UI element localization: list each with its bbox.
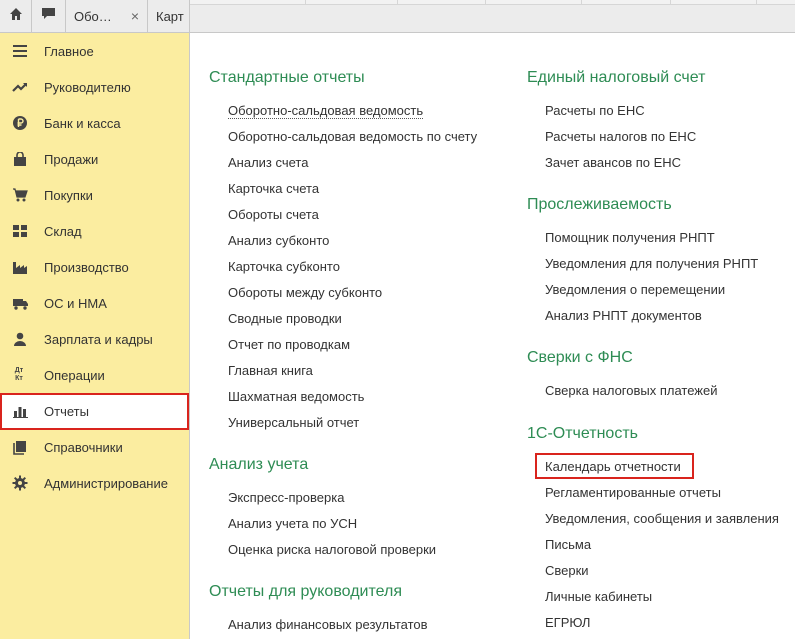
sidebar-item-label: Производство <box>44 259 129 275</box>
report-link[interactable]: Расчеты по ЕНС <box>545 103 645 118</box>
home-button[interactable] <box>0 0 32 33</box>
sidebar-item-administration[interactable]: Администрирование <box>0 465 189 501</box>
person-icon <box>11 330 29 348</box>
report-link[interactable]: Уведомления о перемещении <box>545 282 725 297</box>
report-link[interactable]: Расчеты налогов по ЕНС <box>545 129 696 144</box>
report-link[interactable]: Главная книга <box>228 363 313 378</box>
reports-panel: Стандартные отчеты Оборотно-сальдовая ве… <box>190 5 795 639</box>
book-icon <box>11 438 29 456</box>
report-link[interactable]: Регламентированные отчеты <box>545 485 721 500</box>
sidebar-item-label: Зарплата и кадры <box>44 331 153 347</box>
report-link[interactable]: Оборотно-сальдовая ведомость <box>228 103 424 119</box>
sidebar-item-label: ОС и НМА <box>44 295 107 311</box>
menu-icon <box>11 42 29 60</box>
report-link[interactable]: Анализ субконто <box>228 233 329 248</box>
report-link[interactable]: Карточка субконто <box>228 259 340 274</box>
home-icon <box>9 7 23 26</box>
ruble-icon <box>11 114 29 132</box>
bag-icon <box>11 150 29 168</box>
tab-osv[interactable]: Обо… × <box>66 0 148 33</box>
discussions-button[interactable] <box>32 0 66 33</box>
factory-icon <box>11 258 29 276</box>
section-title-ens: Единый налоговый счет <box>527 69 706 86</box>
tab-card-label: Карт <box>156 9 184 24</box>
sidebar-item-manager[interactable]: Руководителю <box>0 69 189 105</box>
trend-icon <box>11 78 29 96</box>
report-link[interactable]: Личные кабинеты <box>545 589 652 604</box>
report-link[interactable]: Шахматная ведомость <box>228 389 364 404</box>
sidebar-item-directories[interactable]: Справочники <box>0 429 189 465</box>
reports-highlight-frame <box>0 393 189 430</box>
report-link[interactable]: Анализ учета по УСН <box>228 516 357 531</box>
section-title-traceability: Прослеживаемость <box>527 196 672 213</box>
report-link[interactable]: Оборотно-сальдовая ведомость по счету <box>228 129 477 144</box>
tab-osv-label: Обо… <box>74 9 112 24</box>
cart-icon <box>11 186 29 204</box>
report-link[interactable]: Сверка налоговых платежей <box>545 383 718 398</box>
calendar-highlight-frame <box>535 453 694 479</box>
sidebar-item-warehouse[interactable]: Склад <box>0 213 189 249</box>
sidebar-item-purchases[interactable]: Покупки <box>0 177 189 213</box>
report-link[interactable]: ЕГРЮЛ <box>545 615 590 630</box>
report-link[interactable]: Помощник получения РНПТ <box>545 230 715 245</box>
sections-panel: Главное Руководителю Банк и касса Продаж… <box>0 33 190 639</box>
sidebar-item-label: Руководителю <box>44 79 131 95</box>
report-link[interactable]: Обороты между субконто <box>228 285 382 300</box>
sidebar-item-operations[interactable]: Дт Кт Операции <box>0 357 189 393</box>
sidebar-item-main[interactable]: Главное <box>0 33 189 69</box>
sidebar-item-label: Справочники <box>44 439 123 455</box>
report-link[interactable]: Письма <box>545 537 591 552</box>
sidebar-item-sales[interactable]: Продажи <box>0 141 189 177</box>
sidebar-item-label: Главное <box>44 43 94 59</box>
report-link[interactable]: Уведомления, сообщения и заявления <box>545 511 779 526</box>
sidebar-item-label: Администрирование <box>44 475 168 491</box>
report-link[interactable]: Обороты счета <box>228 207 319 222</box>
report-link[interactable]: Анализ РНПТ документов <box>545 308 702 323</box>
section-title-fns: Сверки с ФНС <box>527 349 633 366</box>
grid-icon <box>11 222 29 240</box>
sidebar-item-fixed-assets[interactable]: ОС и НМА <box>0 285 189 321</box>
sidebar-item-production[interactable]: Производство <box>0 249 189 285</box>
report-link[interactable]: Анализ финансовых результатов <box>228 617 428 632</box>
section-title-analysis: Анализ учета <box>209 456 309 473</box>
section-title-manager: Отчеты для руководителя <box>209 583 402 600</box>
report-link[interactable]: Экспресс-проверка <box>228 490 344 505</box>
report-link[interactable]: Оценка риска налоговой проверки <box>228 542 436 557</box>
report-link[interactable]: Карточка счета <box>228 181 319 196</box>
sidebar-item-salary[interactable]: Зарплата и кадры <box>0 321 189 357</box>
report-link[interactable]: Анализ счета <box>228 155 308 170</box>
section-title-1c-reporting: 1С-Отчетность <box>527 425 638 442</box>
sidebar-item-label: Операции <box>44 367 105 383</box>
section-title-standard: Стандартные отчеты <box>209 69 365 86</box>
gear-icon <box>11 474 29 492</box>
report-link[interactable]: Сводные проводки <box>228 311 342 326</box>
dt-kt-icon: Дт Кт <box>14 367 24 382</box>
sidebar-item-label: Склад <box>44 223 82 239</box>
tab-card[interactable]: Карт <box>148 0 190 33</box>
truck-icon <box>11 294 29 312</box>
sidebar-item-label: Банк и касса <box>44 115 121 131</box>
close-icon[interactable]: × <box>131 0 139 33</box>
report-link[interactable]: Универсальный отчет <box>228 415 359 430</box>
report-link[interactable]: Сверки <box>545 563 589 578</box>
report-link[interactable]: Зачет авансов по ЕНС <box>545 155 681 170</box>
report-link[interactable]: Отчет по проводкам <box>228 337 350 352</box>
chat-icon <box>41 7 56 26</box>
sidebar-item-label: Продажи <box>44 151 99 167</box>
sidebar-item-label: Покупки <box>44 187 93 203</box>
sidebar-item-bank[interactable]: Банк и касса <box>0 105 189 141</box>
report-link[interactable]: Уведомления для получения РНПТ <box>545 256 758 271</box>
